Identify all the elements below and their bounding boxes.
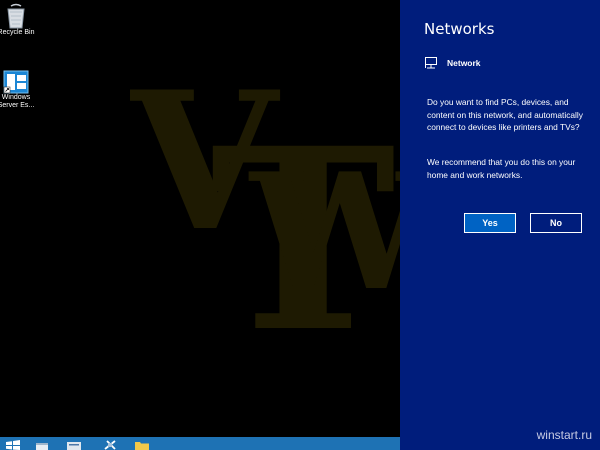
pane-title: Networks: [424, 20, 495, 38]
yes-button[interactable]: Yes: [464, 213, 516, 233]
internet-explorer-icon[interactable]: [34, 440, 50, 450]
taskbar: [0, 437, 400, 450]
site-watermark: winstart.ru: [536, 428, 592, 442]
file-explorer-icon[interactable]: [134, 440, 150, 450]
recycle-bin-label: Recycle Bin: [0, 29, 35, 36]
svg-text:W: W: [248, 138, 400, 326]
start-icon[interactable]: [5, 440, 21, 450]
server-essentials-icon: [3, 70, 29, 94]
admin-tools-icon[interactable]: [102, 440, 118, 450]
recommendation-text: We recommend that you do this on your ho…: [427, 157, 576, 180]
desktop: V T W Recycle Bin Windows Server Es...: [0, 0, 400, 437]
recycle-bin-icon: [7, 3, 25, 29]
server-manager-icon[interactable]: [66, 440, 82, 450]
server-essentials-desktop-icon[interactable]: Windows Server Es...: [0, 70, 44, 110]
network-icon: [425, 57, 437, 69]
recycle-bin-desktop-icon[interactable]: Recycle Bin: [0, 3, 44, 37]
no-button[interactable]: No: [530, 213, 582, 233]
discovery-question: Do you want to find PCs, devices, and co…: [427, 97, 583, 132]
network-name: Network: [447, 58, 481, 68]
server-essentials-label: Windows Server Es...: [0, 94, 35, 109]
networks-charm-pane: Networks Network Do you want to find PCs…: [400, 0, 600, 450]
watermark-logo: V T W: [130, 58, 400, 358]
